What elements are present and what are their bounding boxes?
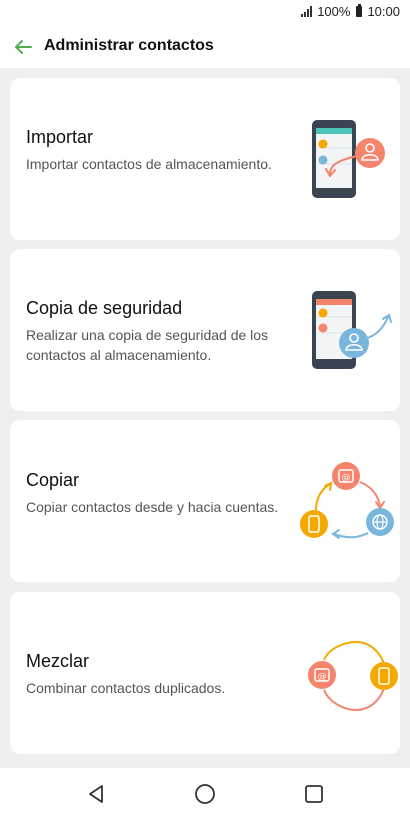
card-merge[interactable]: Mezclar Combinar contactos duplicados. @: [10, 592, 400, 754]
card-description: Copiar contactos desde y hacia cuentas.: [26, 499, 279, 515]
svg-text:@: @: [342, 473, 351, 483]
card-backup[interactable]: Copia de seguridad Realizar una copia de…: [10, 249, 400, 411]
navigation-bar: [0, 768, 410, 820]
card-description: Realizar una copia de seguridad de los c…: [26, 327, 269, 363]
svg-text:@: @: [318, 672, 327, 682]
import-illustration-icon: [312, 120, 385, 198]
backup-illustration-icon: [312, 291, 392, 369]
recents-nav-icon[interactable]: [302, 782, 326, 806]
card-description: Combinar contactos duplicados.: [26, 680, 226, 696]
battery-icon: [356, 4, 363, 17]
home-nav-icon[interactable]: [193, 782, 217, 806]
card-title: Importar: [26, 127, 94, 147]
status-bar: 100% 10:00: [0, 0, 410, 26]
card-title: Copia de seguridad: [26, 298, 183, 318]
card-title: Mezclar: [26, 651, 90, 671]
card-import[interactable]: Importar Importar contactos de almacenam…: [10, 78, 400, 240]
status-indicators: 100% 10:00: [301, 4, 400, 19]
page-title: Administrar contactos: [44, 37, 214, 54]
signal-icon: [301, 6, 313, 17]
card-title: Copiar: [26, 470, 80, 490]
back-nav-icon[interactable]: [84, 782, 108, 806]
merge-illustration-icon: @: [308, 640, 398, 712]
clock: 10:00: [367, 4, 400, 19]
app-bar: Administrar contactos: [0, 26, 410, 68]
back-arrow-icon[interactable]: [12, 36, 34, 58]
card-description: Importar contactos de almacenamiento.: [26, 156, 272, 172]
battery-percent: 100%: [317, 4, 351, 19]
card-copy[interactable]: Copiar Copiar contactos desde y hacia cu…: [10, 420, 400, 582]
copy-illustration-icon: @: [300, 462, 394, 539]
